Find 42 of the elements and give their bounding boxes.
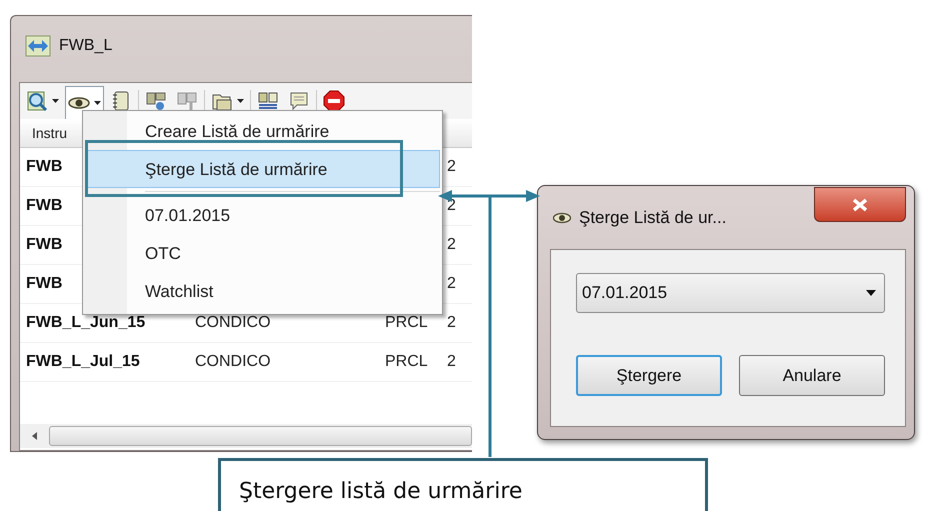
scroll-left-icon[interactable] xyxy=(32,432,37,440)
table-cell: FWB xyxy=(26,236,62,253)
table-cell: PRCL xyxy=(385,353,428,370)
windows-icon xyxy=(145,90,167,112)
table-cell: 2 xyxy=(447,158,456,175)
menu-item[interactable]: 07.01.2015 xyxy=(85,196,440,234)
stop-sign-icon xyxy=(323,90,345,112)
close-button[interactable] xyxy=(814,187,906,222)
table-cell: FWB_L_Jun_15 xyxy=(26,314,146,331)
table-cell: PRCL xyxy=(385,314,428,331)
table-cell: 2 xyxy=(447,275,456,292)
window-title: FWB_L xyxy=(59,37,112,55)
table-cell: FWB_L_Jul_15 xyxy=(26,353,140,370)
caret-icon xyxy=(94,100,101,104)
caret-icon xyxy=(237,99,244,103)
table-cell: CONDICO xyxy=(195,353,271,370)
caret-icon xyxy=(866,290,876,296)
date-dropdown[interactable]: 07.01.2015 xyxy=(576,273,885,313)
table-cell: FWB xyxy=(26,158,62,175)
menu-item[interactable]: Şterge Listă de urmărire xyxy=(85,150,440,188)
table-cell: 2 xyxy=(447,314,456,331)
eye-icon xyxy=(553,212,571,224)
menu-item[interactable]: OTC xyxy=(85,234,440,272)
table-cell: CONDICO xyxy=(195,314,271,331)
menu-item[interactable]: Watchlist xyxy=(85,272,440,310)
table-cell: FWB xyxy=(26,197,62,214)
column-header[interactable]: Instru xyxy=(20,125,68,141)
table-cell: FWB xyxy=(26,275,62,292)
app-icon xyxy=(25,34,51,58)
table-cell: 2 xyxy=(447,353,456,370)
horizontal-scrollbar[interactable] xyxy=(20,424,472,448)
layout-icon xyxy=(257,90,279,112)
close-icon xyxy=(852,198,868,212)
table-cell: 2 xyxy=(447,236,456,253)
dialog-title: Şterge Listă de ur... xyxy=(579,208,728,228)
dialog-button[interactable]: Ştergere xyxy=(576,355,722,396)
dialog-button[interactable]: Anulare xyxy=(739,355,885,396)
menu-item[interactable]: Creare Listă de urmărire xyxy=(85,112,440,150)
caret-icon xyxy=(52,99,59,103)
magnifier-icon xyxy=(26,90,48,112)
scrollbar-thumb[interactable] xyxy=(49,426,472,446)
callout-text: Ştergere listă de urmărire xyxy=(239,479,522,504)
